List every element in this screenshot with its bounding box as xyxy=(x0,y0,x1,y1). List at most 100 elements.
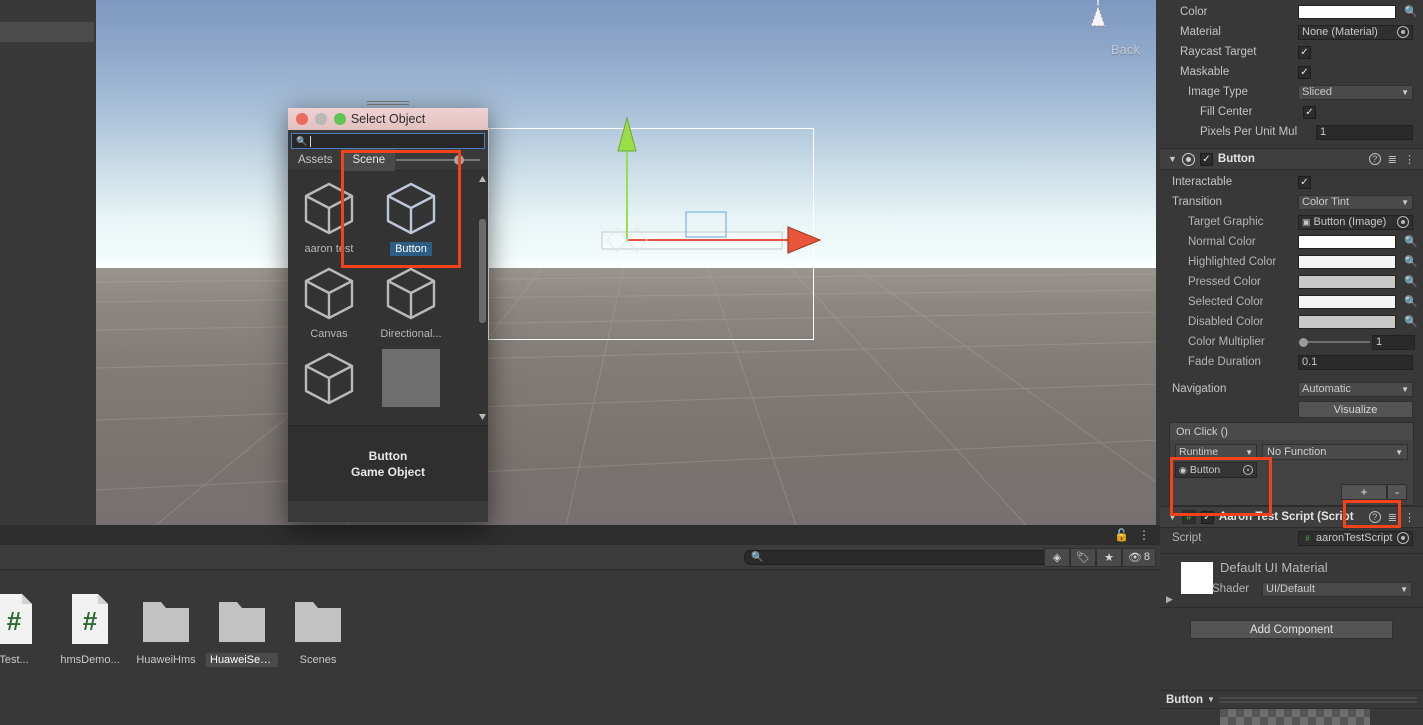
project-panel[interactable]: 🔓 ⋮ 🔍 ◈ 🏷 ★ 👁 8 # Test... # hmsDemo... H… xyxy=(0,525,1160,725)
project-toolbar[interactable]: 🔍 ◈ 🏷 ★ 👁 8 xyxy=(0,545,1160,570)
select-object-dialog[interactable]: Select Object 🔍 Assets Scene aaron test … xyxy=(288,101,488,522)
add-component-button[interactable]: Add Component xyxy=(1190,620,1393,639)
dialog-scrollbar[interactable] xyxy=(479,175,486,421)
maskable-checkbox[interactable]: ✓ xyxy=(1298,65,1311,79)
minimize-button[interactable] xyxy=(315,113,327,125)
hidden-assets-button[interactable]: 👁 8 xyxy=(1122,547,1156,567)
dialog-search-input[interactable]: 🔍 xyxy=(291,133,485,149)
color-multiplier-slider-knob[interactable] xyxy=(1299,338,1308,347)
inspector-row-pixels-per-unit[interactable]: Pixels Per Unit Mul 1 xyxy=(1160,122,1423,142)
inspector-row-maskable[interactable]: Maskable ✓ xyxy=(1160,62,1423,82)
eyedropper-icon[interactable]: 🔍 xyxy=(1403,255,1419,269)
interactable-checkbox[interactable]: ✓ xyxy=(1298,175,1311,189)
inspector-row-disabled-color[interactable]: Disabled Color 🔍 xyxy=(1160,312,1423,332)
thumbnail-size-slider-track[interactable] xyxy=(396,158,454,161)
inspector-row-highlighted-color[interactable]: Highlighted Color 🔍 xyxy=(1160,252,1423,272)
preview-target-dropdown[interactable]: Button ▼ xyxy=(1166,694,1215,706)
inspector-row-script[interactable]: Script # aaronTestScript xyxy=(1160,528,1423,548)
disabled-color-swatch[interactable] xyxy=(1298,315,1396,329)
normal-color-swatch[interactable] xyxy=(1298,235,1396,249)
color-multiplier-input[interactable]: 1 xyxy=(1372,334,1415,350)
shader-dropdown[interactable]: UI/Default ▼ xyxy=(1262,581,1412,597)
visualize-button[interactable]: Visualize xyxy=(1298,401,1413,418)
pixels-per-unit-input[interactable]: 1 xyxy=(1316,124,1413,140)
navigation-dropdown[interactable]: Automatic ▼ xyxy=(1298,381,1413,397)
inspector-preview-panel[interactable]: Button ▼ xyxy=(1160,690,1423,725)
project-search-input[interactable]: 🔍 xyxy=(744,549,1056,565)
highlighted-color-swatch[interactable] xyxy=(1298,255,1396,269)
dialog-object-item[interactable] xyxy=(288,349,370,407)
kebab-menu-icon[interactable]: ⋮ xyxy=(1138,528,1150,542)
help-icon[interactable]: ? xyxy=(1368,153,1381,165)
add-event-button[interactable]: + xyxy=(1341,484,1387,500)
object-picker-icon[interactable] xyxy=(1397,26,1409,38)
eyedropper-icon[interactable]: 🔍 xyxy=(1403,315,1419,329)
remove-event-button[interactable]: - xyxy=(1387,484,1407,500)
project-tab-bar[interactable]: 🔓 ⋮ xyxy=(0,525,1160,545)
eyedropper-icon[interactable]: 🔍 xyxy=(1403,275,1419,289)
on-click-object-field[interactable]: ◉ Button xyxy=(1175,462,1257,478)
favorite-star-button[interactable]: ★ xyxy=(1096,547,1122,567)
scene-view-orientation-gizmo[interactable]: X xyxy=(1042,0,1142,48)
label-filter-button[interactable]: 🏷 xyxy=(1070,547,1096,567)
inspector-row-transition[interactable]: Transition Color Tint ▼ xyxy=(1160,192,1423,212)
button-component-header[interactable]: ▼ ✓ Button ? ≣ ⋮ xyxy=(1160,148,1423,170)
tab-assets[interactable]: Assets xyxy=(288,149,343,171)
script-enabled-checkbox[interactable]: ✓ xyxy=(1200,510,1214,524)
close-button[interactable] xyxy=(296,113,308,125)
project-asset-item[interactable]: HuaweiHms xyxy=(128,592,204,667)
image-type-dropdown[interactable]: Sliced ▼ xyxy=(1298,84,1413,100)
thumbnail-size-slider-knob[interactable] xyxy=(454,154,464,165)
on-click-function-dropdown[interactable]: No Function ▼ xyxy=(1262,444,1408,460)
transition-dropdown[interactable]: Color Tint ▼ xyxy=(1298,194,1413,210)
thumbnail-size-slider-track-end[interactable] xyxy=(464,158,480,161)
dialog-object-item[interactable]: aaron test xyxy=(288,179,370,256)
project-asset-item-selected[interactable]: HuaweiService xyxy=(204,592,280,667)
preset-icon[interactable]: ≣ xyxy=(1388,153,1397,166)
on-click-runtime-dropdown[interactable]: Runtime ▼ xyxy=(1175,444,1257,460)
project-asset-item[interactable]: # hmsDemo... xyxy=(52,592,128,667)
script-component-header[interactable]: ▼ # ✓ Aaron Test Script (Script ? ≣ ⋮ xyxy=(1160,506,1423,528)
object-picker-icon[interactable] xyxy=(1243,465,1253,475)
fade-duration-input[interactable]: 0.1 xyxy=(1298,354,1413,370)
foldout-triangle-icon[interactable]: ▼ xyxy=(1168,154,1177,164)
inspector-row-pressed-color[interactable]: Pressed Color 🔍 xyxy=(1160,272,1423,292)
resize-grip[interactable] xyxy=(367,101,409,107)
object-picker-icon[interactable] xyxy=(1397,216,1409,228)
dialog-tab-bar[interactable]: Assets Scene xyxy=(288,148,488,171)
inspector-row-color[interactable]: Color 🔍 xyxy=(1160,2,1423,22)
foldout-triangle-icon[interactable]: ▼ xyxy=(1168,512,1177,522)
scroll-down-arrow-icon[interactable] xyxy=(479,413,486,421)
scroll-up-arrow-icon[interactable] xyxy=(479,175,486,183)
hierarchy-row[interactable] xyxy=(0,0,94,20)
hierarchy-panel[interactable] xyxy=(0,0,94,525)
color-multiplier-slider-track[interactable] xyxy=(1300,341,1370,343)
inspector-row-fade-duration[interactable]: Fade Duration 0.1 xyxy=(1160,352,1423,372)
foldout-triangle-icon[interactable]: ▶ xyxy=(1166,594,1173,605)
inspector-row-selected-color[interactable]: Selected Color 🔍 xyxy=(1160,292,1423,312)
tab-scene[interactable]: Scene xyxy=(342,148,396,171)
lock-icon[interactable]: 🔓 xyxy=(1114,528,1129,542)
target-graphic-object-field[interactable]: ▣ Button (Image) xyxy=(1298,214,1413,230)
button-component-enabled-checkbox[interactable]: ✓ xyxy=(1199,152,1213,166)
inspector-row-interactable[interactable]: Interactable ✓ xyxy=(1160,172,1423,192)
object-picker-icon[interactable] xyxy=(1397,532,1409,544)
material-object-field[interactable]: None (Material) xyxy=(1298,24,1413,40)
asset-filter-button[interactable]: ◈ xyxy=(1044,547,1070,567)
scene-view[interactable]: X Back xyxy=(96,0,1156,525)
selected-color-swatch[interactable] xyxy=(1298,295,1396,309)
inspector-row-normal-color[interactable]: Normal Color 🔍 xyxy=(1160,232,1423,252)
inspector-row-target-graphic[interactable]: Target Graphic ▣ Button (Image) xyxy=(1160,212,1423,232)
dialog-object-item[interactable] xyxy=(370,349,452,407)
inspector-panel[interactable]: Color 🔍 Material None (Material) Raycast… xyxy=(1160,0,1423,725)
raycast-target-checkbox[interactable]: ✓ xyxy=(1298,45,1311,59)
dialog-scroll-thumb[interactable] xyxy=(479,219,486,323)
inspector-row-navigation[interactable]: Navigation Automatic ▼ xyxy=(1160,379,1423,399)
dialog-object-grid[interactable]: aaron test Button Canvas Directional... xyxy=(288,171,488,425)
preset-icon[interactable]: ≣ xyxy=(1388,511,1397,524)
dialog-object-item[interactable]: Directional... xyxy=(370,264,452,341)
kebab-menu-icon[interactable]: ⋮ xyxy=(1404,511,1415,524)
material-preview-block[interactable]: Default UI Material ▶ Shader UI/Default … xyxy=(1160,553,1423,608)
eyedropper-icon[interactable]: 🔍 xyxy=(1403,295,1419,309)
eyedropper-icon[interactable]: 🔍 xyxy=(1403,235,1419,249)
